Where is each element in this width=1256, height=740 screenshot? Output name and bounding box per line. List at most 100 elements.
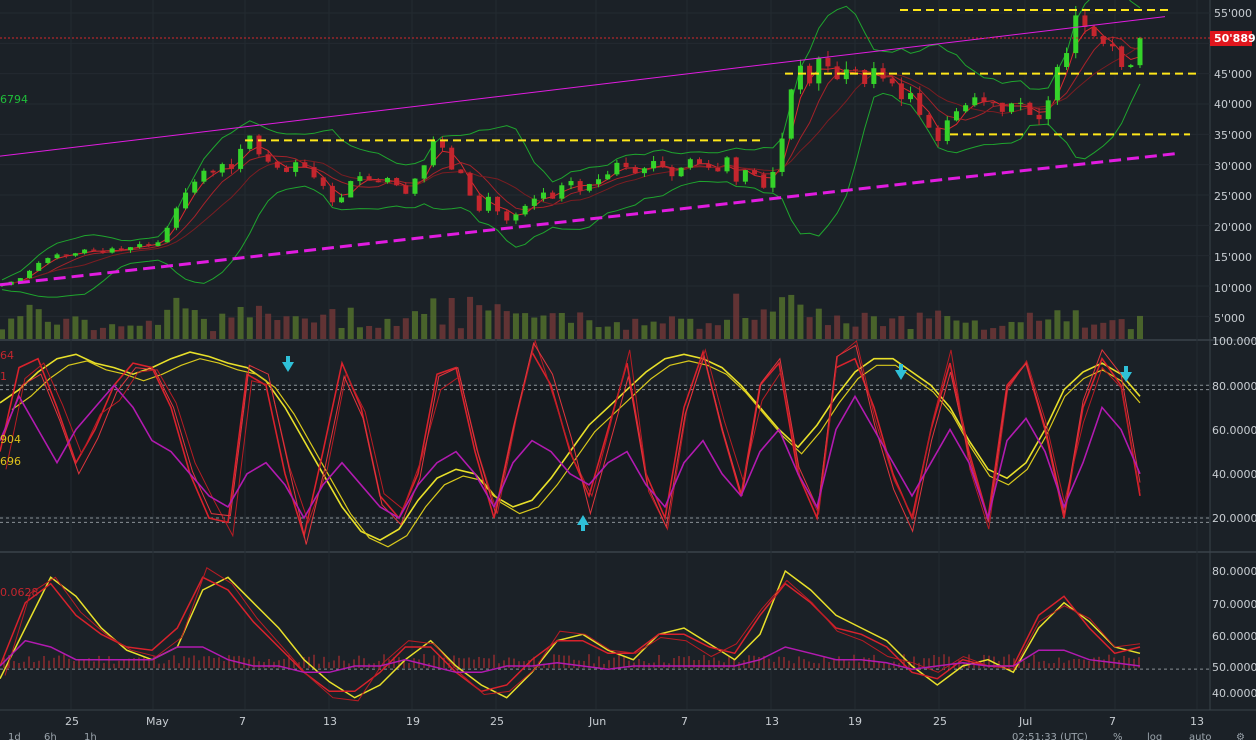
candle-body bbox=[375, 180, 381, 183]
volume-bar bbox=[1127, 329, 1134, 339]
volume-bar bbox=[641, 325, 648, 339]
volume-bar bbox=[421, 313, 428, 339]
candle-body bbox=[440, 141, 446, 148]
candle-body bbox=[183, 192, 189, 209]
volume-bar bbox=[54, 324, 61, 339]
candle-body bbox=[412, 178, 418, 194]
volume-bar bbox=[760, 309, 767, 339]
candle-body bbox=[568, 181, 574, 186]
volume-bar bbox=[347, 307, 354, 339]
volume-bar bbox=[999, 325, 1006, 339]
candle-body bbox=[651, 161, 657, 169]
time-tick: Jun bbox=[588, 715, 606, 728]
candle-body bbox=[696, 159, 702, 165]
volume-bar bbox=[980, 329, 987, 339]
volume-bar bbox=[870, 316, 877, 339]
price-tick: 20'000 bbox=[1214, 221, 1252, 234]
volume-bar bbox=[393, 325, 400, 339]
candle-body bbox=[430, 141, 436, 166]
stoch-value-2: 1 bbox=[0, 370, 7, 383]
volume-bar bbox=[430, 298, 437, 339]
candle-body bbox=[100, 250, 106, 253]
candle-body bbox=[669, 167, 675, 177]
candle-body bbox=[687, 159, 693, 168]
interval-1h-button[interactable]: 1h bbox=[84, 732, 97, 740]
volume-bar bbox=[1137, 315, 1143, 339]
volume-bar bbox=[1008, 321, 1015, 339]
volume-bar bbox=[1100, 322, 1107, 339]
rsi-pane bbox=[0, 553, 1210, 709]
candle-body bbox=[1027, 102, 1033, 115]
volume-bar bbox=[613, 322, 620, 339]
time-tick: 25 bbox=[933, 715, 947, 728]
candle-body bbox=[339, 197, 345, 203]
volume-bar bbox=[1026, 312, 1033, 339]
volume-bar bbox=[375, 327, 382, 339]
candle-body bbox=[908, 93, 914, 100]
stoch-tick: 20.0000 bbox=[1212, 512, 1256, 525]
time-axis-labels: 25 May 7 13 19 25 Jun 7 13 19 25 Jul 7 1… bbox=[65, 715, 1204, 728]
candle-body bbox=[935, 127, 941, 142]
interval-6h-button[interactable]: 6h bbox=[44, 732, 57, 740]
volume-bar bbox=[678, 318, 685, 339]
candle-body bbox=[1018, 102, 1024, 104]
volume-bar bbox=[604, 326, 611, 339]
volume-bar bbox=[531, 317, 538, 339]
volume-bar bbox=[26, 304, 33, 339]
candle-body bbox=[540, 192, 546, 199]
candle-body bbox=[513, 214, 519, 221]
candle-body bbox=[495, 196, 501, 212]
volume-bar bbox=[329, 309, 336, 339]
candle-body bbox=[752, 170, 758, 175]
volume-bar bbox=[366, 325, 373, 339]
settings-gear-icon[interactable]: ⚙ bbox=[1236, 732, 1245, 740]
volume-bar bbox=[228, 317, 235, 339]
candle-body bbox=[265, 154, 271, 162]
volume-bar bbox=[127, 325, 134, 339]
volume-bar bbox=[595, 327, 602, 339]
stoch-tick: 100.0000 bbox=[1212, 335, 1256, 348]
volume-bar bbox=[476, 305, 483, 339]
candle-body bbox=[963, 105, 969, 112]
candle-body bbox=[219, 164, 225, 173]
trading-chart[interactable]: 55'000 45'000 40'000 35'000 30'000 25'00… bbox=[0, 0, 1256, 740]
volume-bar bbox=[1081, 327, 1088, 339]
price-tick: 45'000 bbox=[1214, 68, 1252, 81]
right-axis-area bbox=[1210, 0, 1256, 740]
volume-bar bbox=[577, 312, 584, 339]
candle-body bbox=[348, 181, 354, 198]
volume-bar bbox=[806, 317, 813, 339]
candle-body bbox=[504, 211, 510, 221]
volume-bar bbox=[549, 313, 556, 339]
candle-body bbox=[733, 157, 739, 182]
volume-bar bbox=[494, 304, 501, 339]
volume-bar bbox=[467, 296, 474, 339]
volume-bar bbox=[632, 318, 639, 339]
candle-body bbox=[155, 242, 161, 246]
current-price-value: 50'889 bbox=[1214, 32, 1256, 45]
candle-body bbox=[889, 78, 895, 84]
percent-toggle[interactable]: % bbox=[1113, 732, 1123, 740]
candle-body bbox=[770, 171, 776, 188]
volume-bar bbox=[8, 318, 15, 339]
volume-bar bbox=[779, 297, 786, 339]
auto-toggle[interactable]: auto bbox=[1189, 732, 1212, 740]
volume-bar bbox=[953, 320, 960, 339]
candle-body bbox=[953, 111, 959, 121]
candle-body bbox=[54, 254, 60, 259]
volume-bar bbox=[1091, 324, 1098, 339]
log-toggle[interactable]: log bbox=[1147, 732, 1162, 740]
volume-bar bbox=[356, 327, 363, 339]
candle-body bbox=[678, 167, 684, 177]
candle-body bbox=[944, 120, 950, 142]
volume-bar bbox=[99, 327, 106, 339]
candle-body bbox=[384, 178, 390, 183]
volume-bar bbox=[733, 293, 740, 339]
time-tick: 7 bbox=[239, 715, 246, 728]
volume-bar bbox=[90, 330, 97, 339]
candle-body bbox=[27, 270, 33, 279]
volume-bar bbox=[200, 318, 207, 339]
volume-bar bbox=[990, 328, 997, 339]
interval-1d-button[interactable]: 1d bbox=[8, 732, 21, 740]
candle-body bbox=[173, 208, 179, 228]
